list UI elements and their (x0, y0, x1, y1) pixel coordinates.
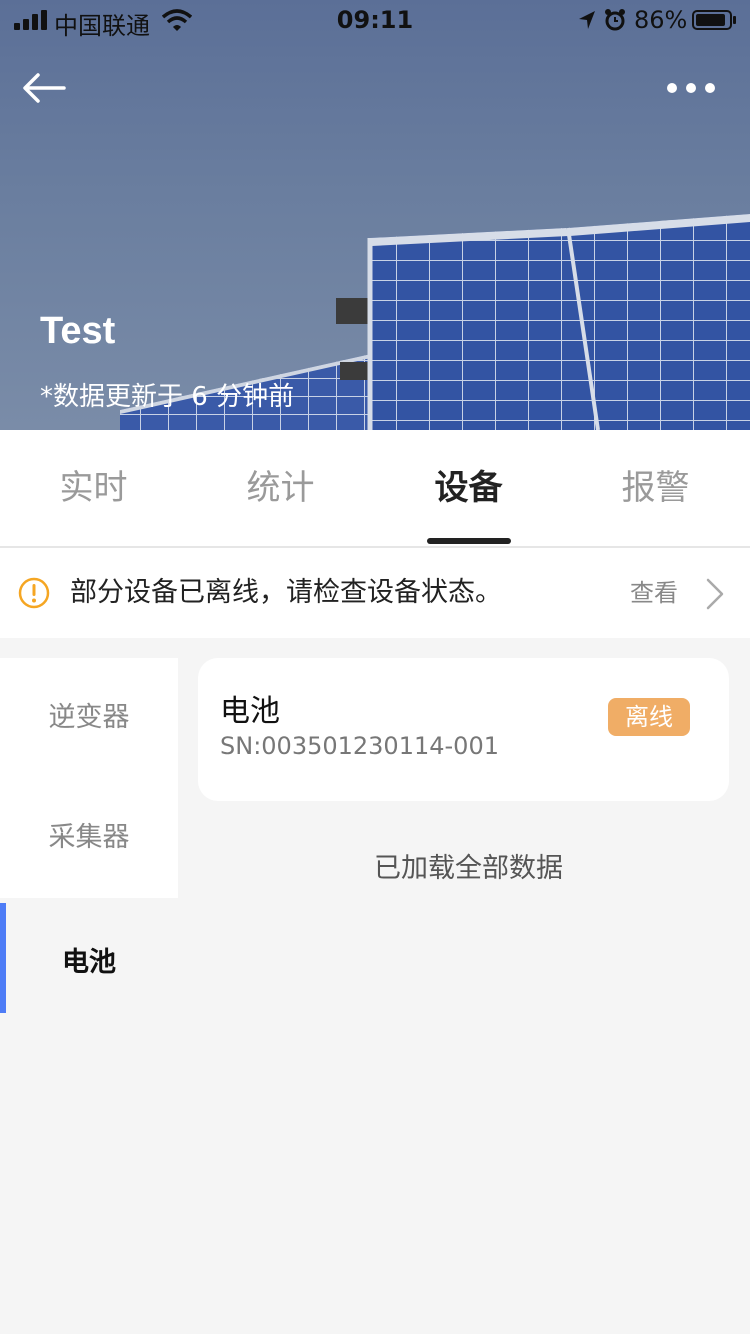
battery-percent: 86% (634, 6, 688, 34)
hero-banner: 中国联通 09:11 86% Test *数据更新于 6 分钟前 (0, 0, 750, 430)
chevron-right-icon (706, 578, 724, 610)
offline-notice-bar[interactable]: 部分设备已离线，请检查设备状态。 查看 (0, 548, 750, 638)
tab-alarms[interactable]: 报警 (562, 430, 749, 546)
battery-icon (692, 10, 736, 30)
location-arrow-icon (579, 11, 595, 29)
device-name: 电池 (220, 694, 280, 729)
tab-statistics[interactable]: 统计 (187, 430, 374, 546)
tab-bar: 实时 统计 设备 报警 (0, 430, 750, 548)
device-card[interactable]: 电池 SN:003501230114-001 离线 (198, 658, 729, 801)
warning-icon (18, 577, 50, 609)
more-options-button[interactable] (660, 76, 724, 100)
view-link[interactable]: 查看 (630, 548, 678, 638)
back-button[interactable] (20, 70, 68, 106)
sidebar-item-inverter[interactable]: 逆变器 (0, 658, 178, 778)
sidebar-active-indicator (0, 903, 6, 1013)
list-end-message: 已加载全部数据 (374, 853, 563, 884)
sidebar-item-collector[interactable]: 采集器 (0, 778, 178, 898)
status-badge: 离线 (608, 698, 690, 736)
status-bar: 中国联通 09:11 86% (0, 0, 750, 40)
data-updated-time: *数据更新于 6 分钟前 (40, 382, 295, 412)
alarm-clock-icon (605, 9, 625, 31)
plant-title: Test (40, 310, 116, 352)
sidebar-item-battery[interactable]: 电池 (0, 903, 178, 1023)
device-serial-number: SN:003501230114-001 (220, 732, 499, 760)
solar-panels-image (120, 214, 750, 430)
tab-devices[interactable]: 设备 (375, 430, 562, 546)
tab-realtime[interactable]: 实时 (0, 430, 187, 546)
active-tab-indicator (427, 538, 511, 544)
notice-text: 部分设备已离线，请检查设备状态。 (70, 577, 502, 608)
sidebar-item-label: 电池 (62, 947, 116, 978)
